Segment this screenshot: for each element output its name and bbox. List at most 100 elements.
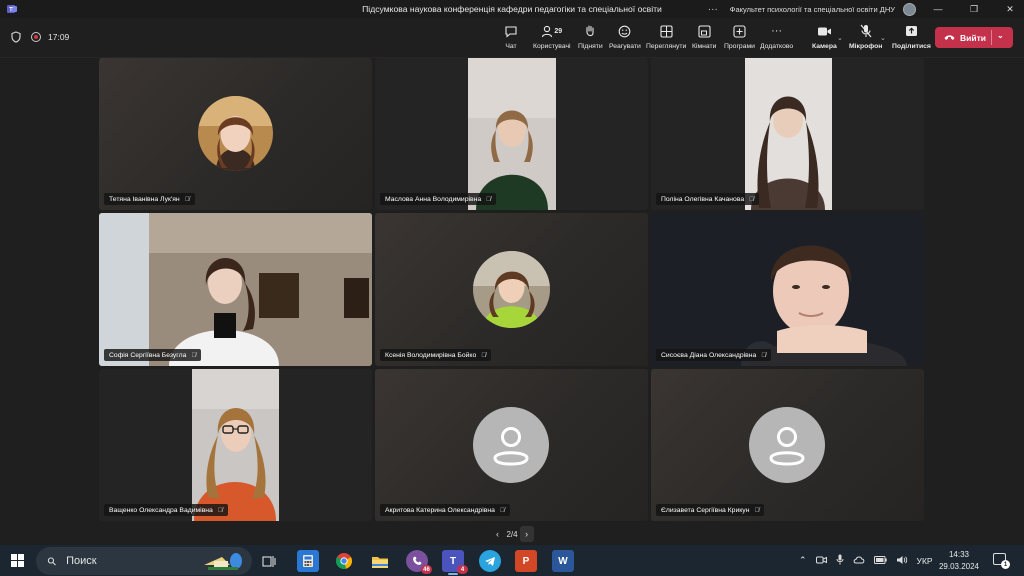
show-hidden-icons-chevron-icon[interactable]: ⌃ (799, 555, 807, 566)
participant-tile[interactable]: Єлизавета Сергіївна Крикун 🎙̸ (651, 369, 924, 521)
participant-name: Сисоєва Діана Олександрівна (661, 351, 757, 359)
page-indicator: 2/4 (506, 529, 518, 539)
people-button[interactable]: 29 Користувачі (533, 23, 571, 50)
clock-date: 29.03.2024 (938, 562, 980, 571)
participant-tile[interactable]: Поліна Олегівна Качанова 🎙̸ (651, 58, 924, 210)
microphone-tray-icon[interactable] (836, 554, 844, 567)
chrome-app-icon[interactable] (333, 550, 355, 572)
meet-now-icon[interactable] (815, 555, 827, 567)
participant-name-tag: Єлизавета Сергіївна Крикун 🎙̸ (656, 504, 765, 516)
participant-tile[interactable]: Ващенко Олександра Вадимівна 🎙̸ (99, 369, 372, 521)
restore-button[interactable]: ❐ (960, 4, 988, 15)
add-apps-icon (733, 23, 746, 39)
meeting-toolbar: 17:09 Чат 29 Користувачі Підняти Реагува… (0, 18, 1024, 58)
participant-name-tag: Поліна Олегівна Качанова 🎙̸ (656, 193, 760, 205)
windows-taskbar: ⚲ Поиск 46 T 4 P W ⌃ УКР 14:33 29.03.202… (0, 545, 1024, 576)
clock-time: 14:33 (948, 550, 970, 559)
close-window-button[interactable]: ✕ (996, 4, 1024, 15)
participant-name: Тетяна Іванівна Лук'ян (109, 195, 180, 203)
participant-tile[interactable]: Акритова Катерина Олександрівна 🎙̸ (375, 369, 648, 521)
minimize-button[interactable]: — (924, 4, 952, 14)
participant-name-tag: Акритова Катерина Олександрівна 🎙̸ (380, 504, 510, 516)
teams-letter-icon: T (449, 555, 457, 567)
file-explorer-app-icon[interactable] (369, 550, 391, 572)
mic-off-icon: 🎙̸ (761, 351, 767, 359)
participant-name-tag: Ващенко Олександра Вадимівна 🎙̸ (104, 504, 228, 516)
mic-off-icon: 🎙̸ (184, 195, 190, 203)
org-name: Факультет психології та спеціальної осві… (729, 4, 895, 14)
more-options-button[interactable]: ··· (708, 4, 718, 15)
system-tray: ⌃ УКР (799, 545, 933, 576)
participant-name: Ващенко Олександра Вадимівна (109, 506, 213, 514)
title-bar-right: ··· Факультет психології та спеціальної … (708, 0, 1024, 18)
previous-page-button[interactable]: ‹ (490, 526, 504, 542)
view-button[interactable]: Переглянути (646, 23, 686, 50)
default-avatar-icon (749, 407, 825, 483)
search-placeholder: Поиск (66, 555, 97, 567)
smiley-icon (618, 23, 631, 39)
participant-name: Поліна Олегівна Качанова (661, 195, 745, 203)
participant-tile[interactable]: Сисоєва Діана Олександрівна 🎙̸ (651, 213, 924, 366)
powerpoint-app-icon[interactable]: P (515, 550, 537, 572)
participant-avatar (198, 96, 273, 171)
teams-app-icon[interactable]: T 4 (442, 550, 468, 575)
apps-button[interactable]: Програми (724, 23, 755, 50)
participant-tile[interactable]: Ксенія Володимирівна Бойко 🎙̸ (375, 213, 648, 366)
leave-options-chevron-icon[interactable]: ⌄ (997, 31, 1004, 40)
camera-button[interactable]: Камера (812, 23, 837, 50)
participant-tile[interactable]: Софія Сергіївна Безугла 🎙̸ (99, 213, 372, 366)
microphone-button[interactable]: Мікрофон (849, 23, 882, 50)
word-app-icon[interactable]: W (552, 550, 574, 572)
system-clock[interactable]: 14:33 29.03.2024 (936, 549, 982, 573)
account-avatar[interactable] (903, 2, 916, 16)
participant-name: Софія Сергіївна Безугла (109, 351, 187, 359)
more-actions-button[interactable]: ··· Додатково (760, 23, 793, 50)
mic-off-icon: 🎙̸ (481, 351, 487, 359)
rooms-button[interactable]: Кімнати (692, 23, 716, 50)
default-avatar-icon (473, 407, 549, 483)
people-count: 29 (554, 27, 563, 35)
recording-icon (31, 32, 41, 42)
mic-off-icon: 🎙̸ (486, 195, 492, 203)
participant-name-tag: Софія Сергіївна Безугла 🎙̸ (104, 349, 202, 361)
react-button[interactable]: Реагувати (609, 23, 641, 50)
mic-options-chevron-icon[interactable]: ⌄ (880, 34, 886, 42)
share-button[interactable]: Поділитися (892, 23, 931, 50)
chat-button[interactable]: Чат (504, 23, 518, 50)
mic-off-icon: 🎙̸ (749, 195, 755, 203)
mic-off-icon: 🎙̸ (754, 506, 760, 514)
mic-off-icon: 🎙̸ (217, 506, 223, 514)
participant-video (99, 213, 372, 366)
task-view-icon[interactable] (258, 550, 280, 572)
taskbar-search[interactable]: ⚲ Поиск (36, 547, 252, 575)
meeting-timer: 17:09 (48, 32, 70, 42)
hang-up-icon (944, 33, 955, 43)
cloud-icon[interactable] (853, 555, 865, 566)
teams-unread-badge: 4 (457, 565, 468, 574)
participant-name: Єлизавета Сергіївна Крикун (661, 506, 750, 514)
rooms-icon (698, 23, 711, 39)
next-page-button[interactable]: › (519, 526, 534, 542)
camera-options-chevron-icon[interactable]: ⌄ (837, 34, 843, 42)
mic-off-icon (860, 23, 872, 39)
participant-name: Акритова Катерина Олександрівна (385, 506, 495, 514)
battery-icon[interactable] (873, 555, 887, 566)
participant-tile[interactable]: Маслова Анна Володимирівна 🎙̸ (375, 58, 648, 210)
shield-icon (11, 31, 21, 43)
viber-app-icon[interactable]: 46 (406, 550, 432, 574)
participant-avatar (473, 251, 550, 328)
volume-icon[interactable] (896, 555, 908, 567)
leave-button[interactable]: Вийти ⌄ (935, 27, 1013, 48)
windows-start-button[interactable] (11, 554, 24, 567)
calculator-app-icon[interactable] (297, 550, 319, 572)
chat-icon (504, 23, 518, 39)
participant-name: Ксенія Володимирівна Бойко (385, 351, 477, 359)
teams-meeting-window: T Підсумкова наукова конференція кафедри… (0, 0, 1024, 576)
language-indicator[interactable]: УКР (917, 556, 933, 566)
raise-hand-button[interactable]: Підняти (578, 23, 603, 50)
participant-video (192, 369, 279, 521)
telegram-app-icon[interactable] (479, 550, 501, 572)
mic-off-icon: 🎙̸ (191, 351, 197, 359)
participant-tile[interactable]: Тетяна Іванівна Лук'ян 🎙̸ (99, 58, 372, 210)
search-icon: ⚲ (45, 554, 60, 569)
